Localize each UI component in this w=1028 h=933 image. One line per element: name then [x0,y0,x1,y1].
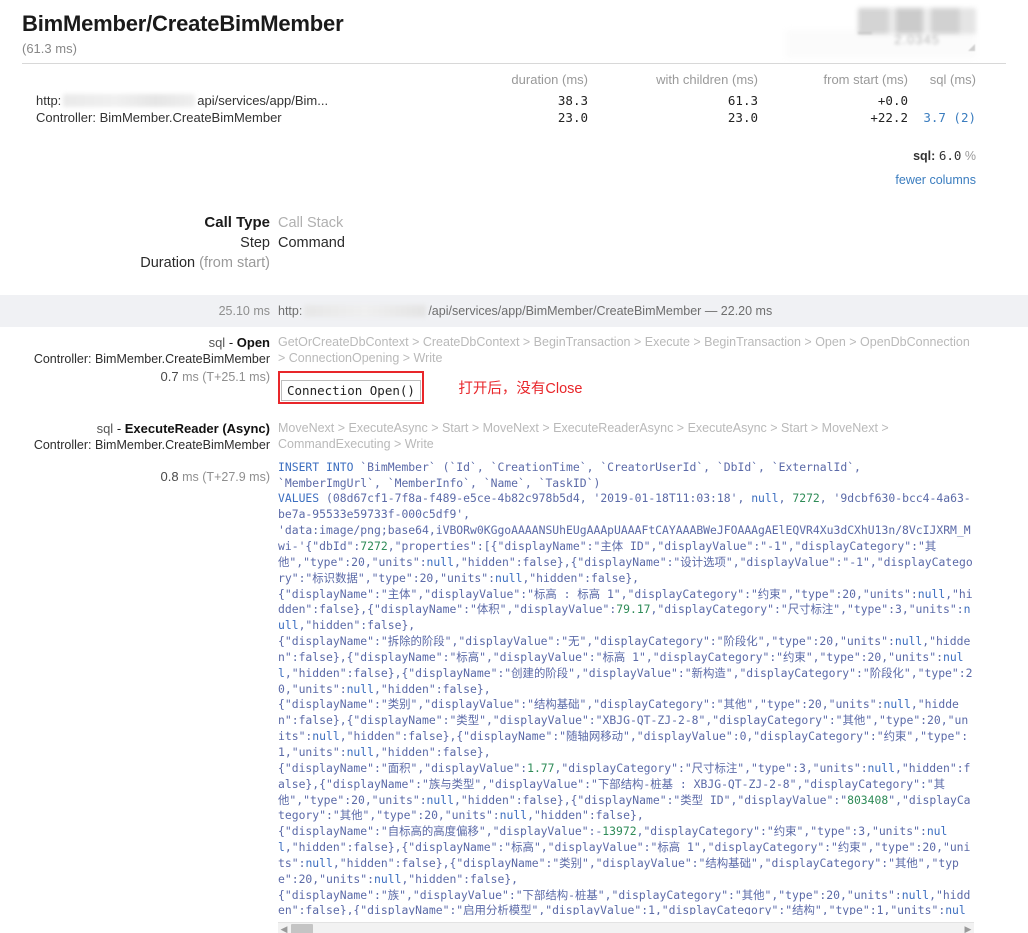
redacted-overlay-background [786,30,976,58]
totals-header-with-children: with children (ms) [656,71,758,87]
legend-label-step: Step [240,234,270,251]
timing-row-request[interactable]: 25.10 ms http: /api/services/app/BimMembe… [0,294,1028,327]
sql-percent-summary: sql: 6.0 % [0,148,1028,163]
legend-right-call-stack: Call Stack [278,213,343,233]
sql-open-command[interactable]: Connection Open() [281,379,421,401]
legend-label-duration: Duration [140,254,196,271]
sql-count-link[interactable]: (2) [953,110,976,125]
sql-exec-duration-value: 0.8 [160,468,179,484]
totals-row-with-children: 61.3 [727,92,758,108]
annotation-red-box: Connection Open() [278,370,424,404]
url-path-text: /api/services/app/BimMember/CreateBimMem… [428,303,702,318]
sql-exec-call-stack: MoveNext > ExecuteAsync > Start > MoveNe… [278,420,889,451]
fewer-columns-link[interactable]: fewer columns [895,173,976,187]
timing-row-sql-open[interactable]: sql - Open Controller: BimMember.CreateB… [0,327,1028,411]
redacted-timestamp: 2.0345 [894,32,940,47]
totals-header-sql: sql (ms) [929,71,976,87]
sql-horizontal-scrollbar[interactable]: ◀ ▶ [278,921,974,933]
scroll-right-arrow-icon[interactable]: ▶ [962,925,974,933]
sql-time-link[interactable]: 3.7 [923,110,946,125]
sql-exec-duration: 0.8 ms (T+27.9 ms) [0,468,270,486]
sql-operation-label: Open [236,334,270,350]
totals-row-name: Controller: BimMember.CreateBimMember [36,109,282,125]
resize-handle-icon[interactable] [968,44,975,51]
totals-section: duration (ms) with children (ms) from st… [0,69,1028,187]
totals-row-from-start: +0.0 [877,92,908,108]
legend-row-call-type: Call Type Call Stack [0,213,1028,233]
legend-left-step: Step [0,233,278,253]
sql-open-duration-unit: ms [182,369,199,384]
timing-row-sql-execute[interactable]: sql - ExecuteReader (Async) Controller: … [0,411,1028,933]
sql-command-text[interactable]: INSERT INTO `BimMember` (`Id`, `Creation… [278,460,974,915]
sql-kind-sep: - [113,420,125,436]
url-scheme-text: http: [278,303,303,318]
sql-open-duration: 0.7 ms (T+25.1 ms) [0,368,270,386]
annotation-note: 打开后，没有Close [458,380,583,397]
redacted-host-blur [63,93,196,107]
url-path-text: api/services/app/Bim... [197,92,329,108]
totals-row-sql[interactable]: 3.7 (2) [908,109,1028,126]
scrollbar-thumb[interactable] [291,923,313,933]
column-legend: Call Type Call Stack Step Command Durati… [0,213,1028,273]
sql-exec-controller: Controller: BimMember.CreateBimMember [33,437,270,452]
sql-operation-label: ExecuteReader (Async) [124,420,270,436]
sql-kind-label: sql [208,334,226,350]
legend-left-duration: Duration (from start) [0,253,278,273]
timing-row-label-col: sql - ExecuteReader (Async) Controller: … [0,420,278,933]
timing-row-label-col: sql - Open Controller: BimMember.CreateB… [0,334,278,404]
sql-exec-offset: (T+27.9 ms) [202,469,270,484]
redacted-dash-icon [858,32,872,34]
sql-open-title: sql - Open [0,334,270,351]
sql-command-block: INSERT INTO `BimMember` (`Id`, `Creation… [278,460,974,933]
sql-percent-label: sql: [913,148,936,163]
totals-row-with-children: 23.0 [727,109,758,125]
legend-left-call-type: Call Type [0,213,278,233]
sql-kind-label: sql [96,420,114,436]
legend-right-command: Command [278,233,345,253]
sql-open-duration-value: 0.7 [160,368,179,384]
table-row[interactable]: http: api/services/app/Bim... 38.3 61.3 +… [0,92,1028,109]
fewer-columns-container: fewer columns [0,173,1028,187]
legend-label-from-start: (from start) [199,254,270,271]
totals-table: duration (ms) with children (ms) from st… [0,69,1028,126]
timing-row-detail-col: MoveNext > ExecuteAsync > Start > MoveNe… [278,420,1028,933]
totals-header-row: duration (ms) with children (ms) from st… [0,69,1028,92]
legend-label-call-type: Call Type [204,213,270,231]
header-divider [22,62,1006,64]
totals-header-duration: duration (ms) [511,71,588,87]
sql-kind-sep: - [225,334,237,350]
timing-rows: 25.10 ms http: /api/services/app/BimMembe… [0,294,1028,933]
miniprofiler-detail-page: 2.0345 BimMember/CreateBimMember (61.3 m… [0,0,1028,933]
request-elapsed: — 22.20 ms [704,303,773,318]
totals-header-name [0,69,438,92]
sql-exec-duration-unit: ms [182,469,199,484]
sql-exec-title: sql - ExecuteReader (Async) [0,420,270,437]
url-scheme-text: http: [36,92,62,108]
sql-percent-unit: % [964,148,976,163]
timing-row-duration-col: 25.10 ms [0,302,278,320]
redacted-host-badge [858,8,976,34]
sql-open-call-stack: GetOrCreateDbContext > CreateDbContext >… [278,334,970,365]
totals-row-sql [908,92,1028,109]
totals-row-duration: 38.3 [557,92,588,108]
legend-value-call-stack: Call Stack [278,214,344,231]
sql-open-controller: Controller: BimMember.CreateBimMember [33,351,270,366]
totals-row-name: http: api/services/app/Bim... [0,92,438,109]
table-row[interactable]: Controller: BimMember.CreateBimMember 23… [0,109,1028,126]
totals-row-from-start: +22.2 [870,109,908,125]
legend-value-command: Command [278,234,345,251]
legend-row-duration: Duration (from start) [0,253,1028,273]
request-duration: 25.10 ms [218,303,270,318]
totals-row-duration: 23.0 [557,109,588,125]
sql-percent-value: 6.0 [938,147,962,163]
sql-open-offset: (T+25.1 ms) [202,369,270,384]
timing-row-detail-col: http: /api/services/app/BimMember/CreateB… [278,302,1028,320]
scroll-left-arrow-icon[interactable]: ◀ [278,925,290,933]
request-url: http: /api/services/app/BimMember/CreateB… [278,304,772,318]
legend-row-step: Step Command [0,233,1028,253]
totals-header-from-start: from start (ms) [823,71,909,87]
redacted-host-blur [304,304,427,317]
timing-row-detail-col: GetOrCreateDbContext > CreateDbContext >… [278,334,1028,404]
